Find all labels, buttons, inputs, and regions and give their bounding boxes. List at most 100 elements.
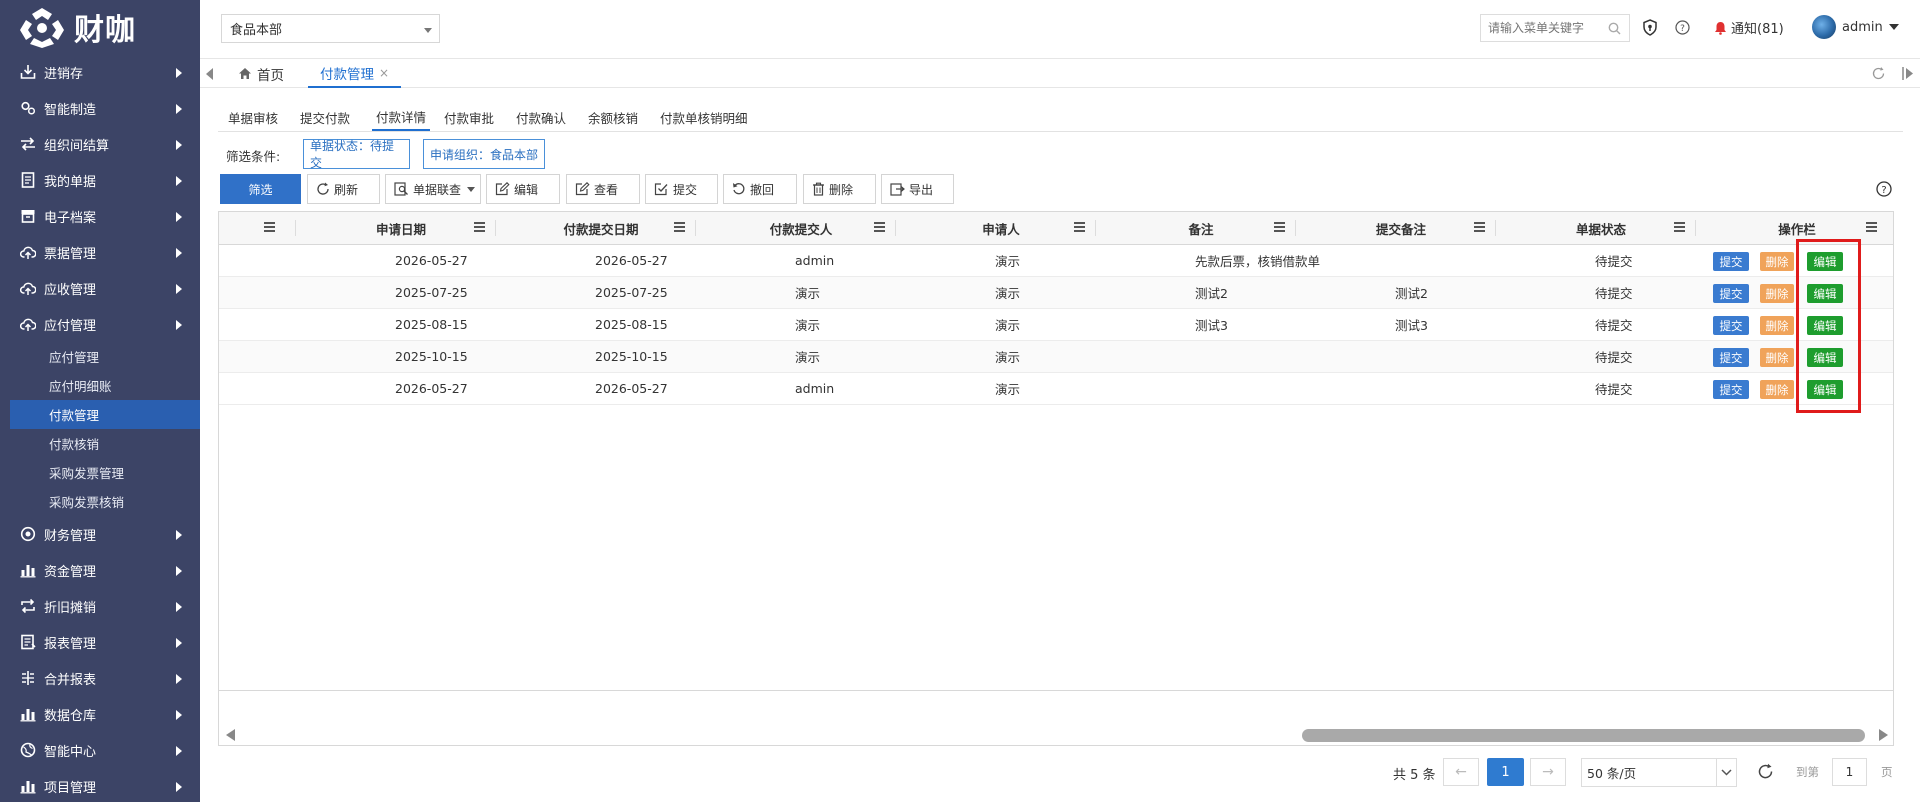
sidebar-subitem-1[interactable]: 应付明细账 (0, 371, 200, 400)
table-row[interactable]: 2026-05-27 2026-05-27 admin 演示 先款后票，核销借款单 待提交… (219, 245, 1893, 277)
sidebar-item-0[interactable]: 进销存 (0, 54, 200, 90)
column-separator[interactable] (895, 220, 896, 236)
subtab-payment-details[interactable]: 付款详情 (372, 104, 430, 131)
sidebar-item-11[interactable]: 报表管理 (0, 624, 200, 660)
sidebar-item-10[interactable]: 折旧摊销 (0, 588, 200, 624)
sidebar-item-6[interactable]: 应收管理 (0, 270, 200, 306)
sidebar-subitem-0[interactable]: 应付管理 (0, 342, 200, 371)
column-separator[interactable] (295, 220, 296, 236)
sidebar-item-5[interactable]: 票据管理 (0, 234, 200, 270)
column-menu-icon[interactable] (264, 222, 275, 234)
tab-home[interactable]: 首页 (226, 59, 296, 88)
search-icon[interactable] (1608, 22, 1621, 35)
table-row[interactable]: 2026-05-27 2026-05-27 admin 演示 待提交 提交 删除 编辑 (219, 373, 1893, 405)
row-edit-button[interactable]: 编辑 (1807, 316, 1843, 335)
close-icon[interactable]: × (379, 66, 389, 80)
pager-prev[interactable]: ← (1443, 758, 1479, 786)
pager-goto-input[interactable]: 1 (1832, 758, 1867, 786)
column-separator[interactable] (1495, 220, 1496, 236)
sidebar-item-14[interactable]: 智能中心 (0, 732, 200, 768)
delete-button[interactable]: 删除 (803, 174, 876, 204)
subtab-document-review[interactable]: 单据审核 (228, 104, 278, 131)
column-separator[interactable] (695, 220, 696, 236)
row-edit-button[interactable]: 编辑 (1807, 348, 1843, 367)
table-row[interactable]: 2025-10-15 2025-10-15 演示 演示 待提交 提交 删除 编辑 (219, 341, 1893, 373)
subtab-payment-approval[interactable]: 付款审批 (444, 104, 494, 131)
row-submit-button[interactable]: 提交 (1713, 252, 1749, 271)
org-select[interactable]: 食品本部 (221, 14, 440, 43)
sidebar-subitem-2[interactable]: 付款管理 (10, 400, 200, 429)
table-row[interactable]: 2025-07-25 2025-07-25 演示 演示 测试2 测试2 待提交 提交 删除 编辑 (219, 277, 1893, 309)
column-separator[interactable] (1695, 220, 1696, 236)
row-delete-button[interactable]: 删除 (1760, 380, 1794, 399)
export-button[interactable]: 导出 (881, 174, 954, 204)
sidebar-item-2[interactable]: 组织间结算 (0, 126, 200, 162)
column-header[interactable]: 申请人 (901, 212, 1101, 244)
sidebar-item-13[interactable]: 数据仓库 (0, 696, 200, 732)
column-header[interactable]: 申请日期 (301, 212, 501, 244)
column-menu-icon[interactable] (1674, 222, 1685, 234)
row-delete-button[interactable]: 删除 (1760, 348, 1794, 367)
row-submit-button[interactable]: 提交 (1713, 284, 1749, 303)
subtab-balance-writeoff[interactable]: 余额核销 (588, 104, 638, 131)
column-menu-icon[interactable] (674, 222, 685, 234)
user-menu[interactable]: admin (1812, 15, 1899, 39)
row-delete-button[interactable]: 删除 (1760, 316, 1794, 335)
scroll-right-icon[interactable] (1879, 729, 1888, 741)
column-header[interactable]: 单据状态 (1501, 212, 1701, 244)
row-submit-button[interactable]: 提交 (1713, 316, 1749, 335)
row-edit-button[interactable]: 编辑 (1807, 284, 1843, 303)
submit-button[interactable]: 提交 (645, 174, 718, 204)
row-delete-button[interactable]: 删除 (1760, 284, 1794, 303)
sidebar-item-9[interactable]: 资金管理 (0, 552, 200, 588)
refresh-button[interactable]: 刷新 (307, 174, 380, 204)
sidebar-item-15[interactable]: 项目管理 (0, 768, 200, 802)
sidebar-item-4[interactable]: 电子档案 (0, 198, 200, 234)
tabs-scroll-left-icon[interactable] (206, 68, 213, 80)
column-menu-icon[interactable] (1866, 222, 1877, 234)
column-header[interactable]: 备注 (1101, 212, 1301, 244)
sidebar-item-1[interactable]: 智能制造 (0, 90, 200, 126)
horizontal-scrollbar[interactable] (219, 724, 1893, 746)
column-menu-icon[interactable] (1274, 222, 1285, 234)
column-header[interactable]: 操作栏 (1701, 212, 1893, 244)
refresh-icon[interactable] (1871, 66, 1886, 81)
row-submit-button[interactable]: 提交 (1713, 348, 1749, 367)
sidebar-subitem-4[interactable]: 采购发票管理 (0, 458, 200, 487)
help-icon[interactable]: ? (1675, 20, 1690, 35)
filter-chip-status[interactable]: 单据状态：待提交 (303, 139, 410, 170)
sidebar-subitem-5[interactable]: 采购发票核销 (0, 487, 200, 516)
subtab-writeoff-details[interactable]: 付款单核销明细 (660, 104, 748, 131)
scroll-left-icon[interactable] (226, 729, 235, 741)
column-header[interactable]: 提交备注 (1301, 212, 1501, 244)
menu-search-input[interactable] (1488, 21, 1606, 35)
row-edit-button[interactable]: 编辑 (1807, 252, 1843, 271)
pager-current[interactable]: 1 (1487, 758, 1524, 786)
column-separator[interactable] (1095, 220, 1096, 236)
sidebar-item-3[interactable]: 我的单据 (0, 162, 200, 198)
row-submit-button[interactable]: 提交 (1713, 380, 1749, 399)
notification-button[interactable]: 通知(81) (1714, 18, 1784, 37)
menu-search[interactable] (1480, 14, 1630, 42)
column-separator[interactable] (1295, 220, 1296, 236)
subtab-submit-payment[interactable]: 提交付款 (300, 104, 350, 131)
tabs-scroll-right-icon[interactable] (1902, 67, 1914, 80)
tab-payment-management[interactable]: 付款管理 × (308, 59, 402, 88)
column-menu-icon[interactable] (874, 222, 885, 234)
row-delete-button[interactable]: 删除 (1760, 252, 1794, 271)
filter-chip-org[interactable]: 申请组织：食品本部 (423, 139, 545, 169)
help-icon[interactable]: ? (1876, 181, 1892, 197)
filter-button[interactable]: 筛选 (220, 174, 301, 204)
column-header[interactable]: 付款提交日期 (501, 212, 701, 244)
row-edit-button[interactable]: 编辑 (1807, 380, 1843, 399)
pager-next[interactable]: → (1530, 758, 1566, 786)
refresh-icon[interactable] (1757, 763, 1774, 780)
column-header[interactable]: 付款提交人 (701, 212, 901, 244)
linked-query-button[interactable]: 单据联查 (385, 174, 481, 204)
sidebar-item-8[interactable]: 财务管理 (0, 516, 200, 552)
column-menu-icon[interactable] (474, 222, 485, 234)
shield-icon[interactable] (1642, 19, 1658, 36)
subtab-payment-confirm[interactable]: 付款确认 (516, 104, 566, 131)
page-size-select[interactable]: 50 条/页 (1581, 758, 1737, 787)
scrollbar-thumb[interactable] (1302, 729, 1865, 742)
